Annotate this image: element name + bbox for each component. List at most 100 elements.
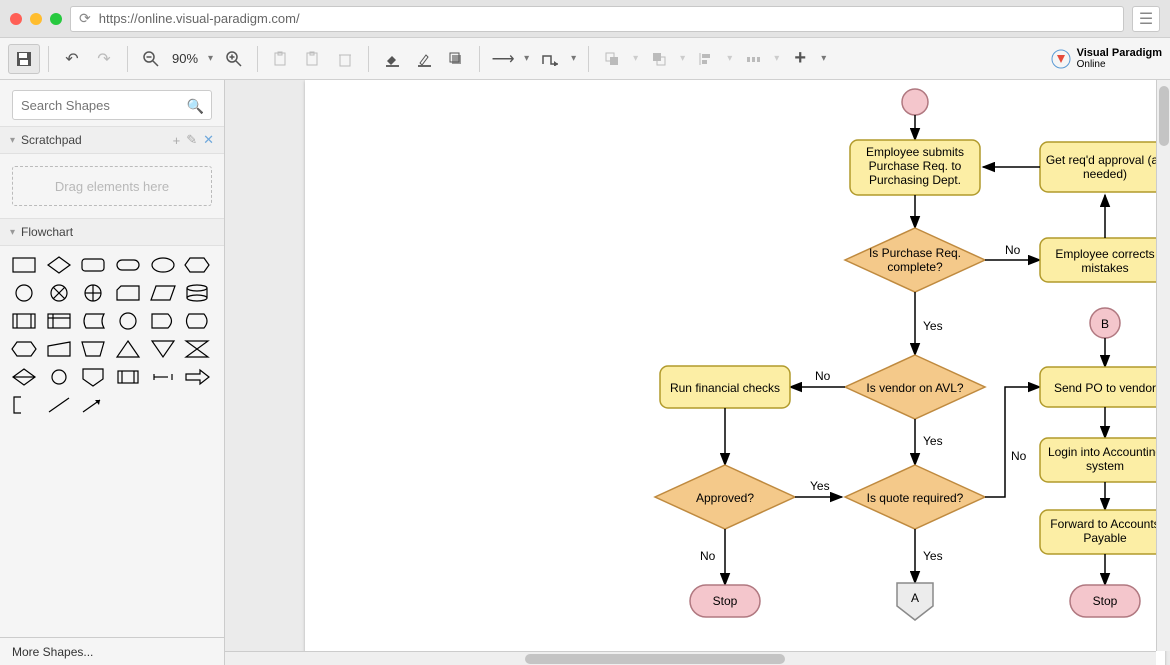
to-back-caret[interactable]: ▾ xyxy=(676,53,689,64)
shape-ellipse[interactable] xyxy=(149,254,177,276)
shape-card[interactable] xyxy=(114,282,142,304)
shape-arrow-line[interactable] xyxy=(79,394,107,416)
drop-hint: Drag elements here xyxy=(55,179,169,194)
shape-terminator[interactable] xyxy=(114,254,142,276)
shape-internal[interactable] xyxy=(10,310,38,332)
insert-button[interactable]: + xyxy=(785,44,815,74)
separator xyxy=(257,46,258,72)
hamburger-icon[interactable]: ☰ xyxy=(1132,6,1160,32)
to-front-caret[interactable]: ▾ xyxy=(629,53,642,64)
svg-text:No: No xyxy=(815,369,831,383)
reload-icon[interactable]: ⟳ xyxy=(79,10,91,27)
to-back-button[interactable] xyxy=(644,44,674,74)
shape-manual-input[interactable] xyxy=(45,338,73,360)
shape-cylinder[interactable] xyxy=(183,282,211,304)
zoom-out-button[interactable] xyxy=(136,44,166,74)
shape-tape[interactable] xyxy=(114,366,142,388)
node-start[interactable] xyxy=(902,89,928,115)
shapes-palette xyxy=(0,246,224,424)
svg-text:complete?: complete? xyxy=(887,260,943,274)
save-button[interactable] xyxy=(8,44,40,74)
brand-text-2: Online xyxy=(1077,59,1162,70)
connection-caret[interactable]: ▾ xyxy=(520,53,533,64)
shape-merge[interactable] xyxy=(149,338,177,360)
to-front-button[interactable] xyxy=(597,44,627,74)
drop-zone[interactable]: Drag elements here xyxy=(12,166,212,206)
svg-text:mistakes: mistakes xyxy=(1081,261,1128,275)
shape-arrow[interactable] xyxy=(183,366,211,388)
shape-delay[interactable] xyxy=(149,310,177,332)
shape-collate[interactable] xyxy=(183,338,211,360)
shape-loop[interactable] xyxy=(10,338,38,360)
h-scroll-thumb[interactable] xyxy=(525,654,785,664)
window-min-dot[interactable] xyxy=(30,13,42,25)
shape-display[interactable] xyxy=(183,310,211,332)
url-text: https://online.visual-paradigm.com/ xyxy=(99,11,300,26)
flowchart-header[interactable]: ▾ Flowchart xyxy=(0,218,224,246)
horizontal-scrollbar[interactable] xyxy=(225,651,1156,665)
shape-sort[interactable] xyxy=(10,366,38,388)
scratchpad-edit-icon[interactable]: ✎ xyxy=(186,132,197,148)
redo-button[interactable]: ↷ xyxy=(89,44,119,74)
undo-button[interactable]: ↶ xyxy=(57,44,87,74)
shape-manual-op[interactable] xyxy=(79,338,107,360)
more-shapes-link[interactable]: More Shapes... xyxy=(0,637,224,665)
svg-text:No: No xyxy=(700,549,716,563)
fill-color-button[interactable] xyxy=(377,44,407,74)
svg-text:Yes: Yes xyxy=(923,319,943,333)
window-close-dot[interactable] xyxy=(10,13,22,25)
shape-connector[interactable] xyxy=(45,366,73,388)
align-button[interactable] xyxy=(691,44,721,74)
waypoint-caret[interactable]: ▾ xyxy=(567,53,580,64)
window-max-dot[interactable] xyxy=(50,13,62,25)
distribute-caret[interactable]: ▾ xyxy=(770,53,783,64)
v-scroll-thumb[interactable] xyxy=(1159,86,1169,146)
line-color-button[interactable] xyxy=(409,44,439,74)
shape-offpage[interactable] xyxy=(79,366,107,388)
scratchpad-add-icon[interactable]: + xyxy=(173,133,181,148)
shape-hex[interactable] xyxy=(183,254,211,276)
waypoint-button[interactable] xyxy=(535,44,565,74)
shape-stored[interactable] xyxy=(79,310,107,332)
shadow-button[interactable] xyxy=(441,44,471,74)
search-input[interactable] xyxy=(12,90,212,120)
scratchpad-close-icon[interactable]: ✕ xyxy=(203,132,214,148)
shape-parallelogram[interactable] xyxy=(149,282,177,304)
shape-annotation[interactable] xyxy=(10,394,38,416)
canvas[interactable]: Employee submits Purchase Req. to Purcha… xyxy=(225,80,1170,665)
vertical-scrollbar[interactable] xyxy=(1156,80,1170,651)
shape-predef[interactable] xyxy=(45,310,73,332)
scratchpad-header[interactable]: ▾ Scratchpad + ✎ ✕ xyxy=(0,126,224,154)
brand-logo: Visual Paradigm Online xyxy=(1051,47,1162,70)
copy-button[interactable] xyxy=(266,44,296,74)
shape-diamond[interactable] xyxy=(45,254,73,276)
svg-text:needed): needed) xyxy=(1083,167,1127,181)
shape-circle2[interactable] xyxy=(114,310,142,332)
zoom-value[interactable]: 90% xyxy=(168,51,202,66)
svg-text:Is Purchase Req.: Is Purchase Req. xyxy=(869,246,961,260)
svg-text:A: A xyxy=(911,591,919,605)
distribute-button[interactable] xyxy=(738,44,768,74)
shape-circle[interactable] xyxy=(10,282,38,304)
delete-button[interactable] xyxy=(330,44,360,74)
svg-text:Purchase Req. to: Purchase Req. to xyxy=(869,159,962,173)
shape-rect[interactable] xyxy=(10,254,38,276)
scratchpad-body: Drag elements here xyxy=(0,154,224,218)
search-wrap: 🔍 xyxy=(0,80,224,126)
shape-roundrect[interactable] xyxy=(79,254,107,276)
diagram-page[interactable]: Employee submits Purchase Req. to Purcha… xyxy=(305,80,1165,665)
flowchart-title: Flowchart xyxy=(21,225,73,239)
shape-line[interactable] xyxy=(45,394,73,416)
address-bar[interactable]: ⟳ https://online.visual-paradigm.com/ xyxy=(70,6,1124,32)
shape-transfer[interactable] xyxy=(149,366,177,388)
shape-extract[interactable] xyxy=(114,338,142,360)
search-icon[interactable]: 🔍 xyxy=(187,98,204,115)
connection-button[interactable]: ⟶ xyxy=(488,44,518,74)
zoom-in-button[interactable] xyxy=(219,44,249,74)
insert-caret[interactable]: ▾ xyxy=(817,53,830,64)
shape-circle-x[interactable] xyxy=(45,282,73,304)
shape-circle-plus[interactable] xyxy=(79,282,107,304)
align-caret[interactable]: ▾ xyxy=(723,53,736,64)
zoom-dropdown-caret[interactable]: ▾ xyxy=(204,53,217,64)
paste-button[interactable] xyxy=(298,44,328,74)
